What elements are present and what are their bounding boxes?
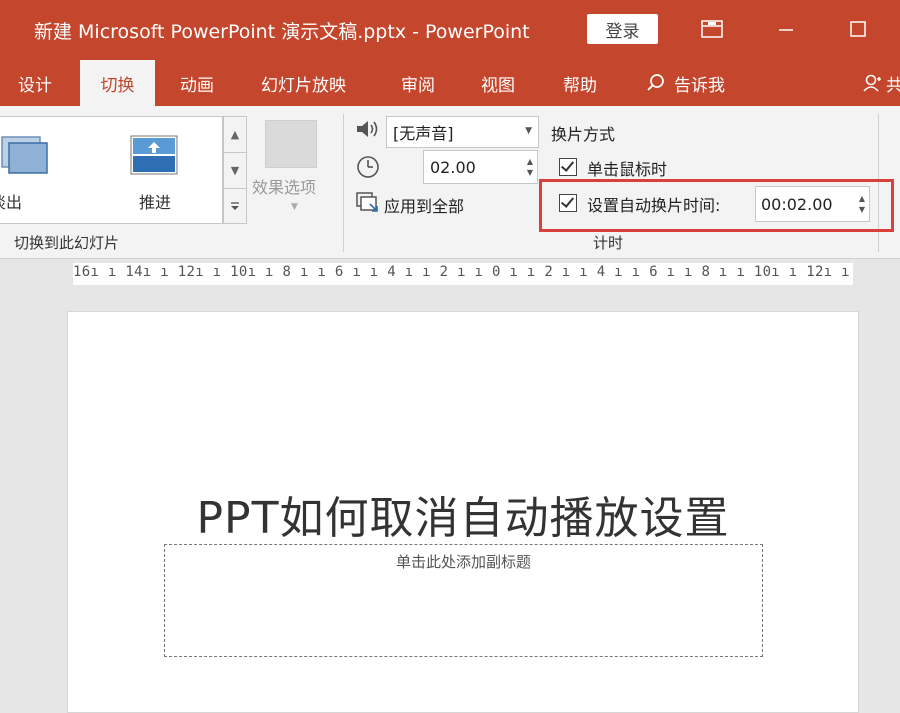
apply-to-all-button[interactable]: 应用到全部	[384, 193, 464, 217]
on-click-checkbox[interactable]	[559, 158, 577, 176]
ruler-scale: 16ı ı 14ı ı 12ı ı 10ı ı 8 ı ı 6 ı ı 4 ı …	[73, 264, 853, 280]
ribbon-display-icon[interactable]	[697, 14, 727, 44]
gallery-expand-icon[interactable]	[224, 189, 246, 223]
effect-options-icon[interactable]	[265, 120, 317, 168]
tab-help[interactable]: 帮助	[563, 60, 597, 106]
subtitle-placeholder[interactable]: 单击此处添加副标题	[164, 544, 763, 657]
advance-slide-heading: 换片方式	[551, 125, 616, 144]
effect-options-dropdown-icon[interactable]: ▼	[291, 202, 298, 212]
login-button[interactable]: 登录	[587, 14, 658, 44]
gallery-scroll: ▲ ▼	[223, 116, 247, 224]
sound-dropdown-icon[interactable]: ▼	[525, 126, 532, 136]
slide-canvas[interactable]: PPT如何取消自动播放设置 单击此处添加副标题	[67, 311, 859, 713]
minimize-icon[interactable]	[771, 14, 801, 44]
sound-value: [无声音]	[393, 124, 454, 143]
duration-stepper[interactable]: 02.00 ▲ ▼	[423, 150, 538, 184]
effect-options-label[interactable]: 效果选项	[252, 174, 316, 198]
tab-design[interactable]: 设计	[18, 60, 52, 106]
fade-label: 淡出	[0, 193, 23, 212]
title-bar: 新建 Microsoft PowerPoint 演示文稿.pptx - Powe…	[0, 0, 900, 60]
gallery-scroll-down-icon[interactable]: ▼	[224, 153, 246, 189]
tab-animations[interactable]: 动画	[180, 60, 214, 106]
duration-clock-icon	[355, 154, 381, 184]
highlight-box	[539, 179, 894, 232]
tell-me-label: 告诉我	[674, 75, 725, 96]
push-label: 推进	[138, 193, 171, 212]
tab-slideshow[interactable]: 幻灯片放映	[261, 60, 346, 106]
tab-transitions[interactable]: 切换	[80, 60, 155, 106]
search-icon	[646, 73, 666, 93]
gallery-scroll-up-icon[interactable]: ▲	[224, 117, 246, 153]
share-label: 共	[886, 75, 900, 96]
maximize-icon[interactable]	[843, 14, 873, 44]
share-button[interactable]: 共	[862, 60, 900, 106]
duration-value: 02.00	[430, 157, 476, 177]
on-click-label: 单击鼠标时	[587, 160, 668, 179]
subtitle-placeholder-text: 单击此处添加副标题	[395, 553, 531, 571]
transitions-group-label: 切换到此幻灯片	[14, 234, 120, 252]
sound-icon	[355, 118, 381, 144]
apply-all-icon	[356, 192, 380, 218]
tab-review[interactable]: 审阅	[401, 60, 435, 106]
tab-view[interactable]: 视图	[481, 60, 515, 106]
duration-spin-icon[interactable]: ▲ ▼	[527, 151, 533, 183]
ribbon-tabs: 设计 切换 动画 幻灯片放映 审阅 视图 帮助 告诉我 共	[0, 60, 900, 106]
window-title: 新建 Microsoft PowerPoint 演示文稿.pptx - Powe…	[34, 21, 530, 43]
push-thumbnail-icon	[130, 135, 178, 175]
transition-fade[interactable]: 淡出	[0, 117, 80, 223]
group-divider	[343, 114, 344, 252]
transition-push[interactable]: 推进	[100, 117, 210, 223]
tell-me-search[interactable]: 告诉我	[646, 60, 725, 106]
horizontal-ruler: 16ı ı 14ı ı 12ı ı 10ı ı 8 ı ı 6 ı ı 4 ı …	[73, 263, 853, 285]
person-icon	[862, 73, 882, 93]
timing-group-label: 计时	[593, 234, 624, 252]
transition-gallery: 淡出 推进	[0, 116, 223, 224]
slide-title[interactable]: PPT如何取消自动播放设置	[68, 482, 858, 546]
sound-select[interactable]: [无声音] ▼	[386, 116, 539, 148]
fade-thumbnail-icon	[1, 136, 48, 174]
